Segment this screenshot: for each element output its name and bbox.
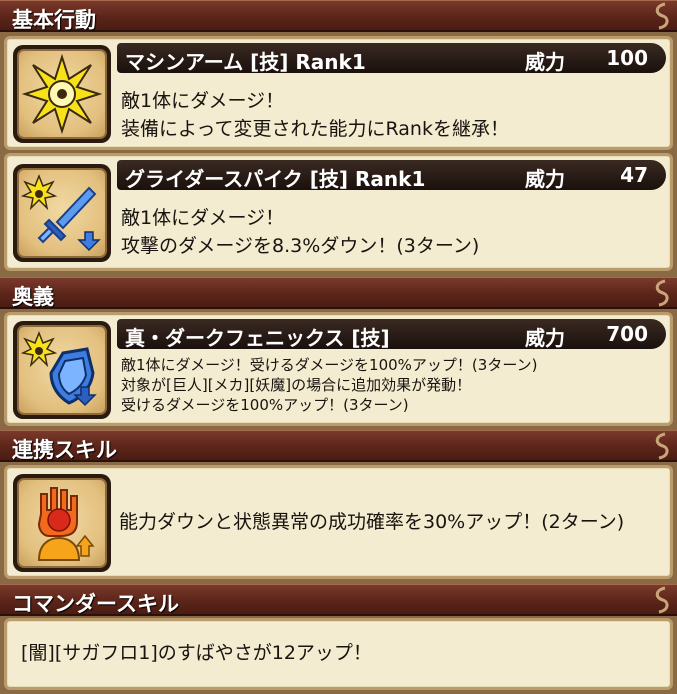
- sword-down-icon: [20, 173, 101, 252]
- hand-up-icon: [37, 487, 95, 561]
- skill-description: 敵1体にダメージ！ 装備によって変更された能力にRankを継承！: [121, 87, 509, 143]
- power-label: 威力: [525, 326, 565, 350]
- power-value: 100: [606, 46, 648, 70]
- commander-skill-card[interactable]: [闇][サガフロ1]のすばやさが12アップ！: [4, 618, 673, 690]
- commander-skill-description: [闇][サガフロ1]のすばやさが12アップ！: [21, 642, 372, 664]
- renkei-skill-description: 能力ダウンと状態異常の成功確率を30%アップ！(2ターン): [119, 511, 625, 533]
- skill-description: 敵1体にダメージ！ 攻撃のダメージを8.3%ダウン！(3ターン): [121, 204, 479, 260]
- skill-name: マシンアーム [技] Rank1: [125, 50, 366, 74]
- skill-icon-frame: [13, 164, 111, 262]
- power-label: 威力: [525, 167, 565, 191]
- skill-description: 敵1体にダメージ！受けるダメージを100%アップ！(3ターン) 対象が[巨人][…: [121, 355, 537, 415]
- skill-card-glider-spike[interactable]: グライダースパイク [技] Rank1 威力 47 敵1体にダメージ！ 攻撃のダ…: [4, 153, 673, 271]
- power-label: 威力: [525, 50, 565, 74]
- scroll-curl-icon: [655, 2, 669, 30]
- power-value: 700: [606, 322, 648, 346]
- section-title-renkei: 連携スキル: [12, 438, 117, 462]
- section-title-commander: コマンダースキル: [12, 592, 179, 616]
- section-header-ougi: 奥義: [0, 277, 677, 309]
- skill-title-bar: グライダースパイク [技] Rank1 威力 47: [117, 160, 666, 191]
- description-line: 装備によって変更された能力にRankを継承！: [121, 118, 509, 140]
- scroll-curl-icon: [655, 279, 669, 307]
- power-value: 47: [620, 163, 648, 187]
- scroll-curl-icon: [655, 432, 669, 460]
- skill-icon-frame: [13, 321, 111, 419]
- skill-icon-frame: [13, 474, 111, 572]
- skill-name: グライダースパイク [技] Rank1: [125, 167, 426, 191]
- skill-card-machine-arm[interactable]: マシンアーム [技] Rank1 威力 100 敵1体にダメージ！ 装備によって…: [4, 36, 673, 150]
- description-line: 受けるダメージを100%アップ！(3ターン): [121, 396, 409, 414]
- description-line: 対象が[巨人][メカ][妖魔]の場合に追加効果が発動！: [121, 376, 472, 394]
- section-header-renkei: 連携スキル: [0, 430, 677, 462]
- section-header-commander: コマンダースキル: [0, 584, 677, 616]
- shield-down-icon: [20, 330, 97, 407]
- renkei-skill-card[interactable]: 能力ダウンと状態異常の成功確率を30%アップ！(2ターン): [4, 465, 673, 579]
- description-line: 敵1体にダメージ！受けるダメージを100%アップ！(3ターン): [121, 356, 538, 374]
- skill-title-bar: 真・ダークフェニックス [技] 威力 700: [117, 319, 666, 350]
- skill-icon-frame: [13, 45, 111, 143]
- section-header-basic: 基本行動: [0, 0, 677, 32]
- skill-name: 真・ダークフェニックス [技]: [125, 326, 390, 350]
- description-line: 敵1体にダメージ！: [121, 90, 285, 112]
- description-line: 敵1体にダメージ！: [121, 207, 285, 229]
- section-title-basic: 基本行動: [12, 8, 96, 32]
- skill-card-dark-phoenix[interactable]: 真・ダークフェニックス [技] 威力 700 敵1体にダメージ！受けるダメージを…: [4, 312, 673, 426]
- section-title-ougi: 奥義: [12, 285, 54, 309]
- skill-title-bar: マシンアーム [技] Rank1 威力 100: [117, 43, 666, 74]
- description-line: 攻撃のダメージを8.3%ダウン！(3ターン): [121, 235, 480, 257]
- burst-icon: [21, 53, 103, 135]
- scroll-curl-icon: [655, 586, 669, 614]
